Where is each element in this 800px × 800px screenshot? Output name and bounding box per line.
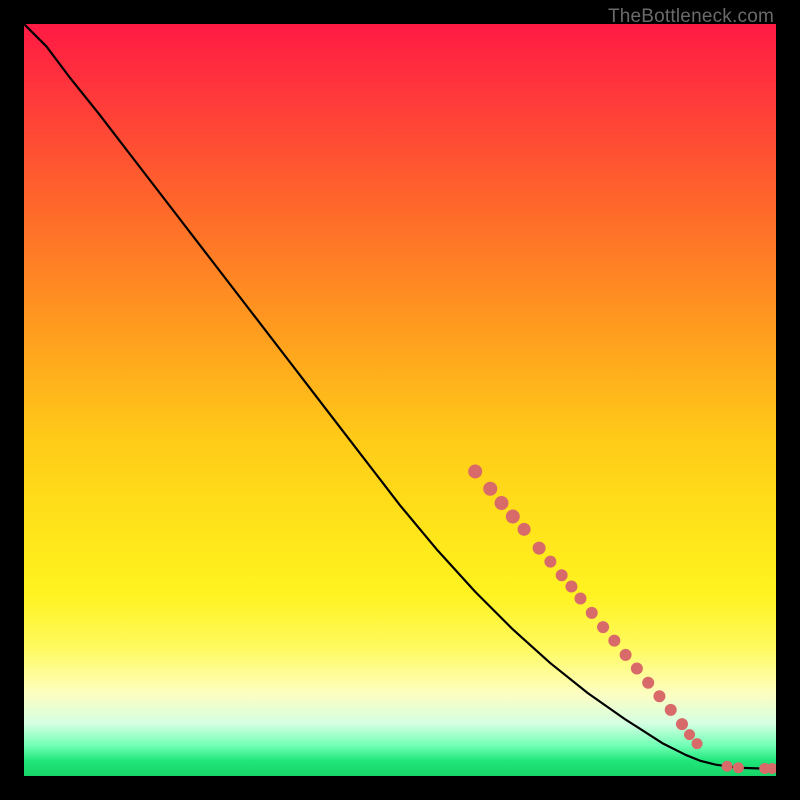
data-marker bbox=[506, 510, 519, 523]
data-marker bbox=[469, 465, 482, 478]
data-marker bbox=[598, 622, 609, 633]
plot-area bbox=[24, 24, 776, 776]
data-marker bbox=[665, 704, 676, 715]
data-marker bbox=[556, 570, 567, 581]
marker-group bbox=[469, 465, 776, 774]
chart-svg bbox=[24, 24, 776, 776]
data-marker bbox=[545, 556, 556, 567]
data-marker bbox=[566, 581, 577, 592]
data-marker bbox=[586, 607, 597, 618]
attribution-label: TheBottleneck.com bbox=[608, 6, 774, 28]
chart-frame: TheBottleneck.com bbox=[0, 0, 800, 800]
data-marker bbox=[733, 763, 743, 773]
data-marker bbox=[609, 635, 620, 646]
data-marker bbox=[620, 649, 631, 660]
data-marker bbox=[518, 523, 530, 535]
data-marker bbox=[533, 542, 545, 554]
data-marker bbox=[767, 763, 776, 773]
data-marker bbox=[575, 593, 586, 604]
data-marker bbox=[692, 739, 702, 749]
data-marker bbox=[677, 719, 688, 730]
data-marker bbox=[643, 677, 654, 688]
data-marker bbox=[495, 497, 508, 510]
data-marker bbox=[654, 691, 665, 702]
data-marker bbox=[631, 663, 642, 674]
curve-line bbox=[24, 24, 776, 768]
data-marker bbox=[484, 482, 497, 495]
data-marker bbox=[722, 761, 732, 771]
data-marker bbox=[685, 730, 695, 740]
